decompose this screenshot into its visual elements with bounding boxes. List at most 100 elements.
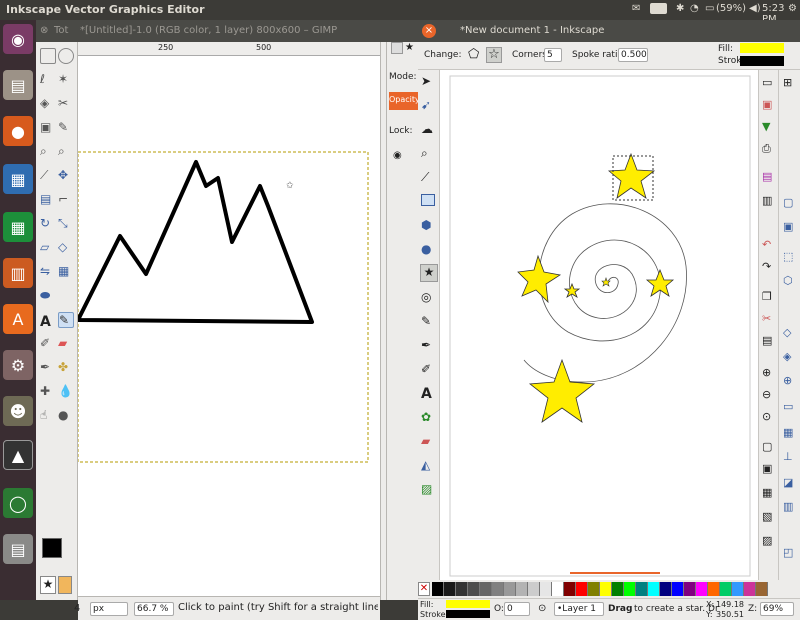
- move-icon[interactable]: ✥: [58, 168, 74, 184]
- keyboard-layout[interactable]: En: [650, 3, 667, 14]
- paste-icon[interactable]: ▤: [762, 334, 772, 347]
- battery-icon[interactable]: ▭: [705, 3, 714, 14]
- writer-icon[interactable]: ▦: [3, 164, 33, 194]
- snap-centers-icon[interactable]: ◈: [783, 350, 791, 363]
- snap-nodes-icon[interactable]: ⬚: [783, 250, 793, 263]
- clone-icon[interactable]: ▣: [762, 462, 772, 475]
- measure-icon[interactable]: ⟋: [40, 168, 56, 184]
- snap-bbox-icon[interactable]: ▢: [783, 196, 793, 209]
- bucket-tool-icon[interactable]: ◭: [421, 458, 430, 472]
- palette-swatch[interactable]: [612, 582, 624, 596]
- copy-icon[interactable]: ❐: [762, 290, 772, 303]
- snap-text-icon[interactable]: ▥: [783, 500, 793, 513]
- snap-others-icon[interactable]: ◪: [783, 476, 793, 489]
- palette-swatch[interactable]: [528, 582, 540, 596]
- palette-swatch[interactable]: [624, 582, 636, 596]
- perspective-icon[interactable]: ◇: [58, 240, 74, 256]
- blur-icon[interactable]: 💧: [58, 384, 74, 400]
- star-mode-icon[interactable]: ☆: [486, 47, 502, 63]
- status-fill-swatch[interactable]: [446, 600, 490, 608]
- scissors-icon[interactable]: ✂: [58, 96, 74, 112]
- spray-tool-icon[interactable]: ✿: [421, 410, 431, 424]
- palette-swatch[interactable]: [432, 582, 444, 596]
- software-icon[interactable]: A: [3, 304, 33, 334]
- align-icon[interactable]: ▤: [40, 192, 56, 208]
- snap-grid-icon[interactable]: ▦: [783, 426, 793, 439]
- gimp-tab-title[interactable]: Tot: [54, 25, 68, 36]
- snap-paths-icon[interactable]: ⬡: [783, 274, 793, 287]
- foreground-select-icon[interactable]: ▣: [40, 120, 56, 136]
- open-doc-icon[interactable]: ▣: [762, 98, 772, 111]
- palette-swatch[interactable]: [516, 582, 528, 596]
- flip-icon[interactable]: ⇋: [40, 264, 56, 280]
- palette-swatch[interactable]: [672, 582, 684, 596]
- palette-swatch[interactable]: [708, 582, 720, 596]
- dodge-icon[interactable]: ●: [58, 408, 74, 424]
- palette-swatch[interactable]: [444, 582, 456, 596]
- gimp-icon[interactable]: ☻: [3, 396, 33, 426]
- settings-icon[interactable]: ⚙: [3, 350, 33, 380]
- snap-guide-icon[interactable]: ⊥: [783, 450, 793, 463]
- pattern-swatch[interactable]: [58, 576, 72, 594]
- palette-swatch[interactable]: [504, 582, 516, 596]
- foreground-color-swatch[interactable]: [42, 538, 62, 558]
- zoom-fit-icon[interactable]: ⊙: [762, 410, 771, 423]
- palette-swatch[interactable]: [468, 582, 480, 596]
- eraser-icon[interactable]: ▰: [58, 336, 74, 352]
- pencil-tool-icon[interactable]: ✎: [421, 314, 431, 328]
- close-icon[interactable]: ×: [422, 24, 436, 38]
- palette-swatch[interactable]: [660, 582, 672, 596]
- palette-swatch[interactable]: [600, 582, 612, 596]
- files-icon[interactable]: ▤: [3, 70, 33, 100]
- undo-icon[interactable]: ↶: [762, 238, 771, 251]
- palette-swatch[interactable]: [684, 582, 696, 596]
- ellipse-tool-icon[interactable]: ●: [421, 242, 431, 256]
- selector-icon[interactable]: ➤: [421, 74, 431, 88]
- zoom-input[interactable]: 69%: [760, 602, 794, 616]
- pen-tool-icon[interactable]: ✒: [421, 338, 431, 352]
- airbrush-icon[interactable]: ✐: [40, 336, 56, 352]
- palette-swatch[interactable]: [720, 582, 732, 596]
- paths-icon[interactable]: ✎: [58, 120, 74, 136]
- mail-icon[interactable]: ✉: [632, 3, 640, 14]
- palette-swatch[interactable]: [648, 582, 660, 596]
- palette-swatch[interactable]: [564, 582, 576, 596]
- snap-midpoints-icon[interactable]: ◇: [783, 326, 791, 339]
- polygon-mode-icon[interactable]: ⬠: [468, 47, 484, 63]
- status-stroke-swatch[interactable]: [446, 610, 490, 618]
- calc-icon[interactable]: ▦: [3, 212, 33, 242]
- import-icon[interactable]: ▤: [762, 170, 772, 183]
- rotate-icon[interactable]: ↻: [40, 216, 56, 232]
- crop-icon[interactable]: ⌐: [58, 192, 74, 208]
- calligraphy-tool-icon[interactable]: ✐: [421, 362, 431, 376]
- snap-toggle-icon[interactable]: ⊞: [783, 76, 792, 89]
- shear-icon[interactable]: ▱: [40, 240, 56, 256]
- inkscape-canvas[interactable]: [440, 70, 760, 580]
- box3d-tool-icon[interactable]: ⬢: [421, 218, 431, 232]
- redo-icon[interactable]: ↷: [762, 260, 771, 273]
- palette-swatch[interactable]: [744, 582, 756, 596]
- new-doc-icon[interactable]: ▭: [762, 76, 772, 89]
- rect-tool-icon[interactable]: [421, 194, 435, 206]
- layer-select[interactable]: •Layer 1: [554, 602, 604, 616]
- palette-swatch[interactable]: [540, 582, 552, 596]
- cut-icon[interactable]: ✂: [762, 312, 771, 325]
- snap-corners-icon[interactable]: ◰: [783, 546, 793, 559]
- smudge-icon[interactable]: ☝: [40, 408, 56, 424]
- unit-select[interactable]: px: [90, 602, 128, 616]
- star-tool-icon[interactable]: ★: [420, 264, 438, 282]
- paintbrush-icon[interactable]: ✎: [58, 312, 74, 328]
- palette-swatch[interactable]: [480, 582, 492, 596]
- duplicate-icon[interactable]: ▢: [762, 440, 772, 453]
- zoom-icon[interactable]: ⌕: [58, 144, 74, 160]
- palette-swatch[interactable]: [576, 582, 588, 596]
- zoom-select[interactable]: 66.7 %: [134, 602, 174, 616]
- node-tool-icon[interactable]: ➹: [421, 98, 431, 112]
- gimp-canvas[interactable]: ✩: [78, 56, 380, 596]
- dock-star-icon[interactable]: ★: [405, 42, 417, 54]
- palette-swatch[interactable]: [696, 582, 708, 596]
- dock-tab-icon[interactable]: [391, 42, 403, 54]
- fill-stroke-icon[interactable]: ▨: [762, 534, 772, 547]
- tweak-icon[interactable]: ☁: [421, 122, 433, 136]
- spiral-tool-icon[interactable]: ◎: [421, 290, 431, 304]
